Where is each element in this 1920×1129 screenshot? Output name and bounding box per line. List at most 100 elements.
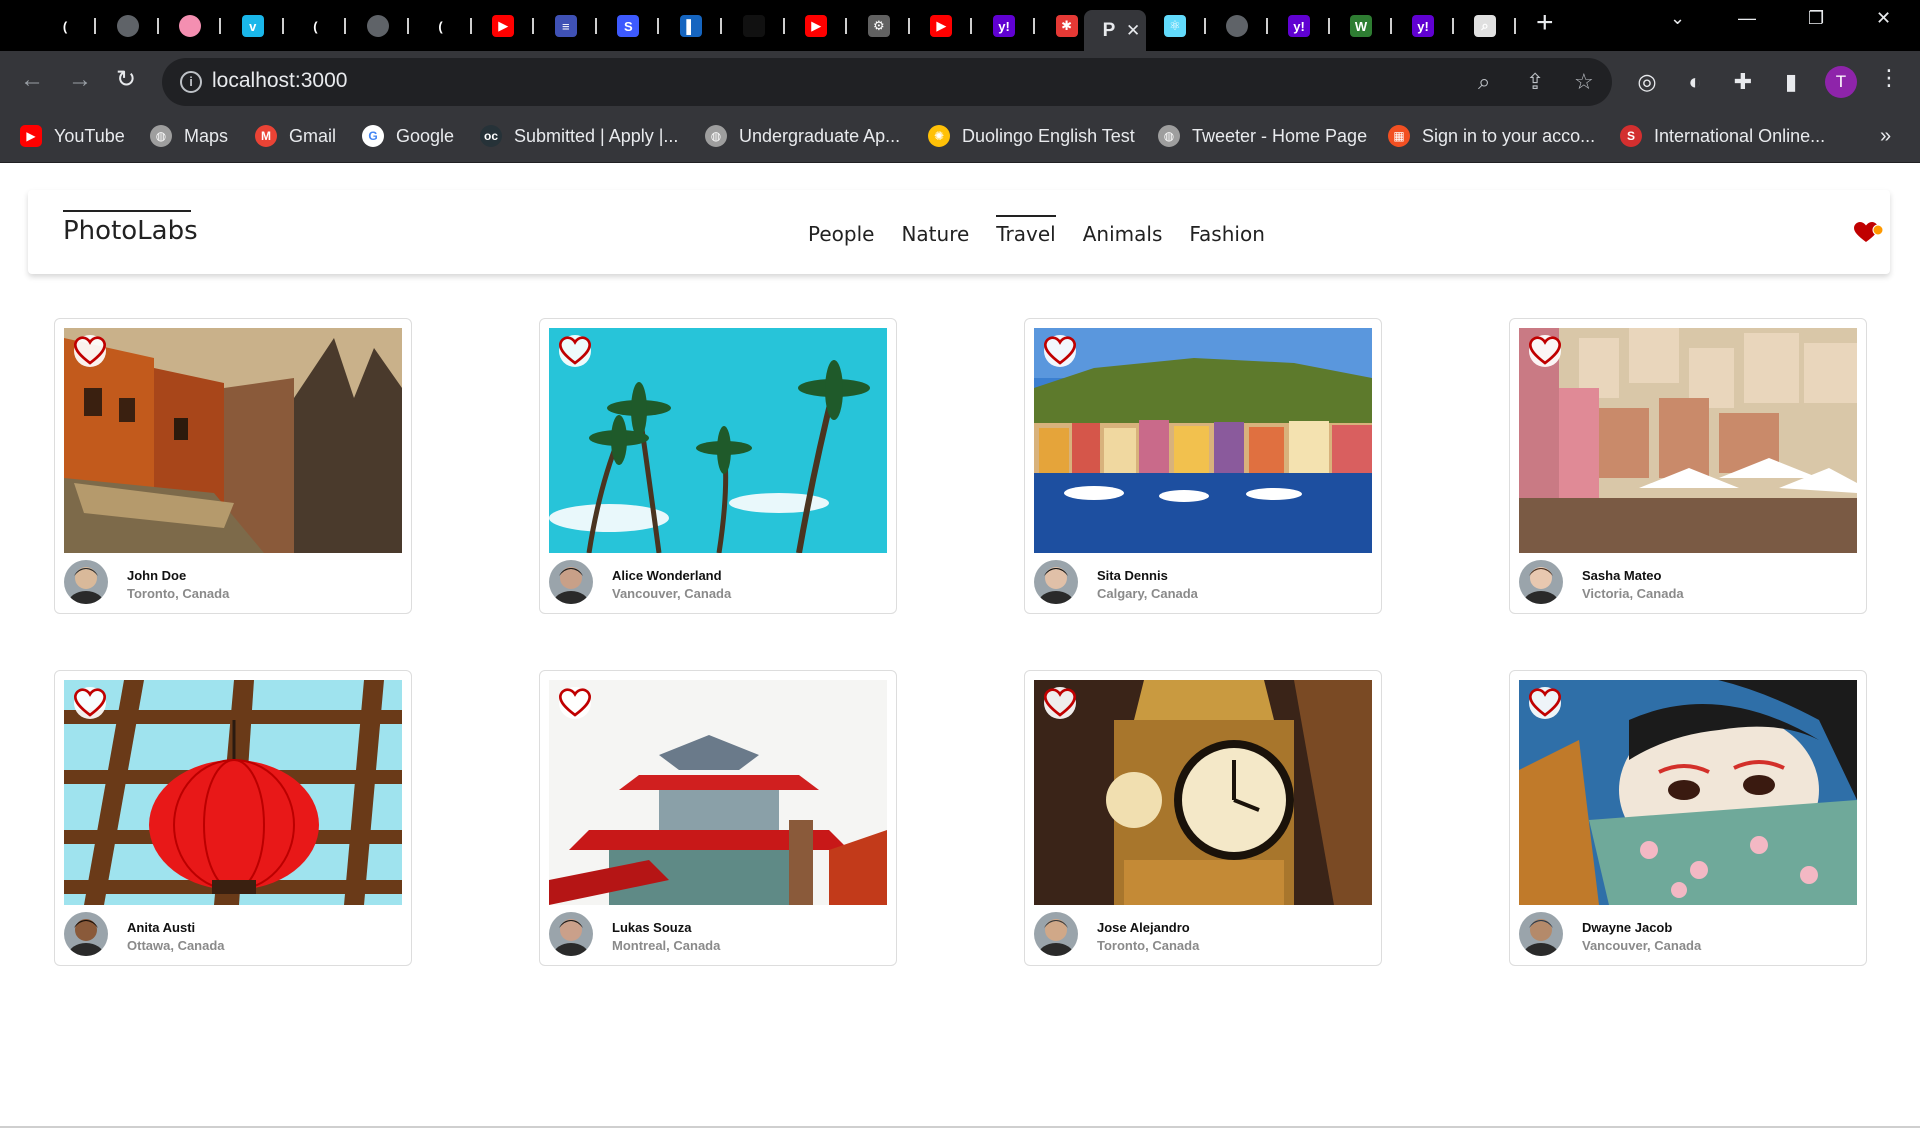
tab-search-chevron-icon[interactable]: ⌄ (1670, 8, 1685, 29)
tab-left-13[interactable]: ⚙ (854, 10, 916, 42)
address-bar[interactable]: i localhost:3000 ⌕ ⇪ ☆ (162, 58, 1612, 106)
tab-separator (469, 18, 472, 34)
like-heart-icon[interactable] (1044, 687, 1076, 719)
tab-left-12[interactable]: ▶ (791, 10, 853, 42)
like-heart-icon[interactable] (559, 687, 591, 719)
tab-left-6[interactable]: ( (416, 10, 478, 42)
extension-chrome-icon[interactable]: ◎ (1633, 68, 1661, 96)
like-heart-icon[interactable] (1044, 335, 1076, 367)
topic-people[interactable]: People (808, 222, 874, 246)
topic-fashion[interactable]: Fashion (1189, 222, 1265, 246)
tab-left-11[interactable] (729, 10, 791, 42)
address-url[interactable]: localhost:3000 (212, 69, 347, 93)
photo-card[interactable]: Dwayne Jacob Vancouver, Canada (1509, 670, 1867, 966)
tab-active[interactable]: P ✕ (1084, 10, 1146, 51)
bookmark-item[interactable]: ◍ Undergraduate Ap... (705, 125, 900, 147)
photo-card[interactable]: Sasha Mateo Victoria, Canada (1509, 318, 1867, 614)
topic-travel[interactable]: Travel (996, 215, 1057, 246)
bookmark-item[interactable]: ▶ YouTube (20, 125, 125, 147)
minimize-icon[interactable]: — (1738, 8, 1756, 29)
bookmarks-overflow-icon[interactable]: » (1880, 125, 1891, 148)
bookmark-item[interactable]: ▦ Sign in to your acco... (1388, 125, 1595, 147)
photo-image-old-city-buildings[interactable] (64, 328, 402, 553)
tab-left-15[interactable]: y! (979, 10, 1041, 42)
reload-icon[interactable]: ↻ (116, 65, 136, 95)
back-arrow-icon[interactable]: ← (20, 65, 44, 95)
tab-separator (1390, 18, 1392, 34)
photo-card[interactable]: Jose Alejandro Toronto, Canada (1024, 670, 1382, 966)
extension-circle-icon[interactable]: ◐ (1681, 68, 1709, 96)
bookmark-item[interactable]: M Gmail (255, 125, 336, 147)
tab-right-4[interactable]: y! (1398, 10, 1460, 42)
bookmark-item[interactable]: S International Online... (1620, 125, 1825, 147)
bookmark-item[interactable]: ◍ Maps (150, 125, 228, 147)
photo-card[interactable]: John Doe Toronto, Canada (54, 318, 412, 614)
photo-image-clock-tower[interactable] (1034, 680, 1372, 905)
bookmark-star-icon[interactable]: ☆ (1574, 69, 1594, 95)
tab-active-letter: P (1102, 19, 1116, 41)
tab-right-1[interactable] (1212, 10, 1274, 42)
bookmark-label: Maps (184, 125, 229, 146)
tab-right-0[interactable]: ⚛ (1150, 10, 1212, 42)
bookmark-label: Tweeter - Home Page (1192, 125, 1368, 146)
photo-image-geisha-mural[interactable] (1519, 680, 1857, 905)
tab-right-2[interactable]: y! (1274, 10, 1336, 42)
close-icon[interactable]: ✕ (1126, 21, 1140, 41)
like-heart-icon[interactable] (1529, 335, 1561, 367)
topic-animals[interactable]: Animals (1083, 222, 1163, 246)
browser-tab-strip: (v ((▶ ≡ S ▌ ▶ ⚙ ▶ y! ✱ P ✕ ⚛ y! Wy! ⌕ + ⌄ — ❐ ✕ (0, 0, 1920, 51)
tab-left-2[interactable] (165, 10, 227, 42)
tab-left-14[interactable]: ▶ (916, 10, 978, 42)
photo-card[interactable]: Lukas Souza Montreal, Canada (539, 670, 897, 966)
tab-right-5[interactable]: ⌕ (1460, 10, 1522, 42)
tab-left-4[interactable]: ( (290, 10, 352, 42)
like-heart-icon[interactable] (559, 335, 591, 367)
share-icon[interactable]: ⇪ (1526, 69, 1544, 95)
tab-left-9[interactable]: S (603, 10, 665, 42)
tab-left-3[interactable]: v (228, 10, 290, 42)
photo-card[interactable]: Sita Dennis Calgary, Canada (1024, 318, 1382, 614)
tab-left-1[interactable] (103, 10, 165, 42)
dark-circle-icon: ( (304, 15, 327, 37)
photo-image-red-lantern[interactable] (64, 680, 402, 905)
zoom-icon[interactable]: ⌕ (1478, 69, 1490, 95)
like-heart-icon[interactable] (74, 335, 106, 367)
extensions-puzzle-icon[interactable]: ✚ (1729, 68, 1757, 96)
photo-location: Ottawa, Canada (127, 938, 225, 953)
photo-card[interactable]: Alice Wonderland Vancouver, Canada (539, 318, 897, 614)
like-heart-icon[interactable] (74, 687, 106, 719)
tab-separator (845, 18, 848, 34)
topic-nature[interactable]: Nature (901, 222, 969, 246)
bookmark-item[interactable]: ◍ Tweeter - Home Page (1158, 125, 1367, 147)
tab-left-8[interactable]: ≡ (541, 10, 603, 42)
bookmark-item[interactable]: oc Submitted | Apply |... (480, 125, 678, 147)
bookmark-item[interactable]: ✺ Duolingo English Test (928, 125, 1135, 147)
tab-left-5[interactable] (353, 10, 415, 42)
photo-location: Victoria, Canada (1582, 586, 1684, 601)
photographer-name: Dwayne Jacob (1582, 920, 1673, 935)
photo-card[interactable]: Anita Austi Ottawa, Canada (54, 670, 412, 966)
like-heart-icon[interactable] (1529, 687, 1561, 719)
tab-left-7[interactable]: ▶ (478, 10, 540, 42)
window-close-icon[interactable]: ✕ (1876, 8, 1891, 29)
side-panel-icon[interactable]: ▮ (1777, 68, 1805, 96)
forward-arrow-icon[interactable]: → (68, 65, 92, 95)
tab-separator (907, 18, 910, 34)
tab-right-3[interactable]: W (1336, 10, 1398, 42)
bookmark-item[interactable]: G Google (362, 125, 454, 147)
restore-icon[interactable]: ❐ (1808, 8, 1824, 29)
chrome-menu-icon[interactable]: ⋮ (1878, 65, 1900, 91)
photo-image-colorful-harbor[interactable] (1034, 328, 1372, 553)
photo-image-palm-trees[interactable] (549, 328, 887, 553)
new-tab-button[interactable]: + (1536, 8, 1554, 38)
tab-left-0[interactable]: ( (40, 10, 102, 42)
favorites-heart-icon[interactable] (1854, 222, 1884, 244)
tab-separator (1033, 18, 1035, 34)
tab-left-10[interactable]: ▌ (666, 10, 728, 42)
app-logo[interactable]: PhotoLabs (63, 216, 198, 246)
profile-avatar[interactable]: T (1825, 66, 1857, 98)
photo-image-hillside-cafe[interactable] (1519, 328, 1857, 553)
tab-separator (219, 18, 222, 34)
site-info-icon[interactable]: i (180, 71, 202, 93)
photo-image-pagoda-roof[interactable] (549, 680, 887, 905)
